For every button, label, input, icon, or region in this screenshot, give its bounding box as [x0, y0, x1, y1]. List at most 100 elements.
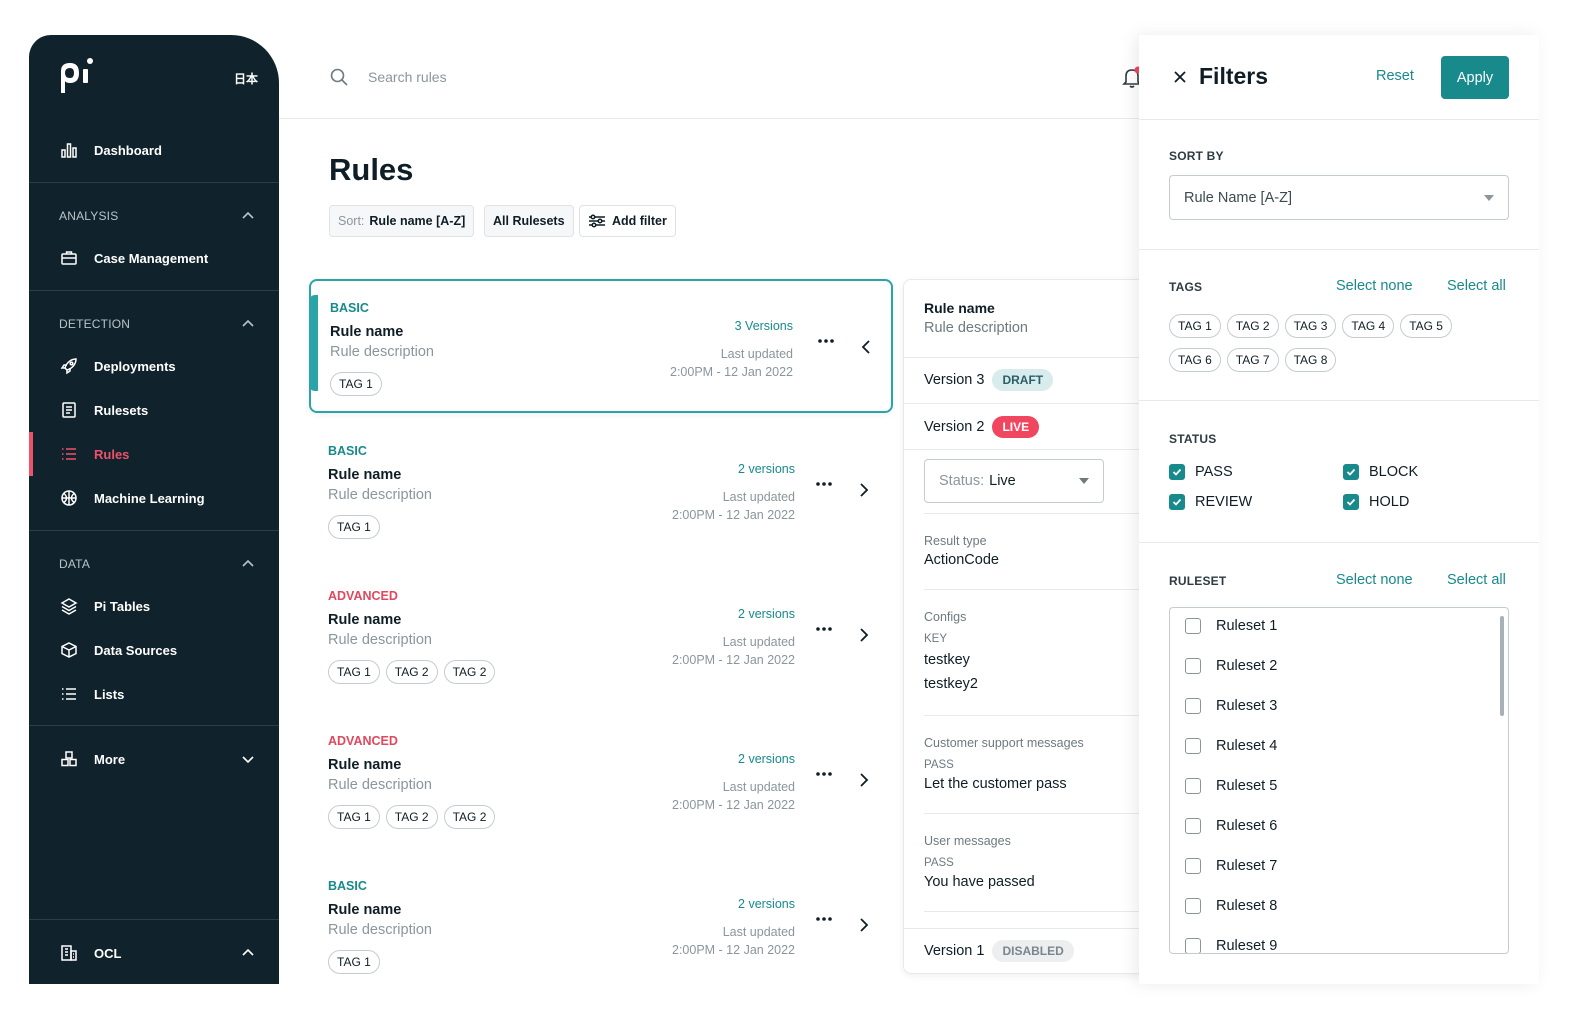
- ruleset-checkbox[interactable]: Ruleset 5: [1185, 778, 1277, 794]
- tags-select-all[interactable]: Select all: [1447, 278, 1506, 294]
- version-2-row[interactable]: Version 2 LIVE: [924, 416, 1040, 438]
- add-filter-button[interactable]: Add filter: [579, 205, 676, 237]
- rule-tags: TAG 1 TAG 2 TAG 2: [328, 660, 496, 684]
- status-checkbox-review[interactable]: REVIEW: [1169, 494, 1252, 510]
- chevron-up-icon[interactable]: [241, 209, 255, 223]
- config-key-1: testkey: [924, 652, 970, 668]
- nav-rulesets[interactable]: Rulesets: [29, 388, 279, 432]
- rule-desc: Rule description: [328, 777, 432, 793]
- apply-button[interactable]: Apply: [1441, 56, 1509, 99]
- ruleset-checkbox[interactable]: Ruleset 8: [1185, 898, 1277, 914]
- rule-desc: Rule description: [328, 487, 432, 503]
- chevron-right-icon[interactable]: [858, 917, 870, 933]
- more-options-icon[interactable]: [814, 768, 834, 780]
- status-checkbox-pass[interactable]: PASS: [1169, 464, 1233, 480]
- rule-tags: TAG 1: [330, 372, 382, 396]
- chevron-right-icon[interactable]: [858, 627, 870, 643]
- ruleset-checkbox[interactable]: Ruleset 3: [1185, 698, 1277, 714]
- pi-logo[interactable]: [57, 57, 97, 97]
- tag-chip: TAG 2: [385, 660, 438, 684]
- language-switch[interactable]: 日本: [234, 70, 258, 87]
- checkbox-icon[interactable]: [1185, 618, 1201, 634]
- ruleset-checkbox[interactable]: Ruleset 4: [1185, 738, 1277, 754]
- checkbox-icon[interactable]: [1169, 494, 1185, 510]
- rule-versions-link[interactable]: 2 versions: [738, 897, 795, 911]
- ruleset-checkbox[interactable]: Ruleset 7: [1185, 858, 1277, 874]
- ruleset-checkbox[interactable]: Ruleset 2: [1185, 658, 1277, 674]
- checkbox-icon[interactable]: [1185, 898, 1201, 914]
- status-checkbox-label: REVIEW: [1195, 494, 1253, 510]
- ruleset-checkbox[interactable]: Ruleset 1: [1185, 618, 1277, 634]
- sort-chip[interactable]: Sort: Rule name [A-Z]: [329, 205, 475, 237]
- checkbox-icon[interactable]: [1185, 858, 1201, 874]
- chevron-down-icon[interactable]: [241, 752, 255, 766]
- filter-tag-chip[interactable]: TAG 2: [1226, 314, 1279, 338]
- more-options-icon[interactable]: [816, 335, 836, 347]
- checkbox-icon[interactable]: [1185, 818, 1201, 834]
- version-1-row[interactable]: Version 1 DISABLED: [924, 940, 1074, 962]
- rule-versions-link[interactable]: 2 versions: [738, 607, 795, 621]
- rule-card[interactable]: BASIC Rule name Rule description TAG 1 2 ver…: [309, 859, 893, 993]
- ruleset-label-text: Ruleset 7: [1216, 858, 1278, 874]
- tags-select-none[interactable]: Select none: [1336, 278, 1413, 294]
- search-input[interactable]: [368, 66, 668, 88]
- ruleset-label-text: Ruleset 1: [1216, 618, 1278, 634]
- more-options-icon[interactable]: [814, 913, 834, 925]
- nav-deployments[interactable]: Deployments: [29, 344, 279, 388]
- filter-tag-chip[interactable]: TAG 8: [1284, 348, 1337, 372]
- chevron-up-icon[interactable]: [241, 946, 255, 960]
- ruleset-select-all[interactable]: Select all: [1447, 572, 1506, 588]
- sort-value: Rule name [A-Z]: [369, 214, 466, 228]
- chevron-up-icon[interactable]: [241, 557, 255, 571]
- rule-versions-link[interactable]: 2 versions: [738, 752, 795, 766]
- checkbox-icon[interactable]: [1185, 738, 1201, 754]
- rule-name: Rule name: [328, 612, 402, 628]
- chevron-right-icon[interactable]: [858, 772, 870, 788]
- rule-card[interactable]: ADVANCED Rule name Rule description TAG 1 TA…: [309, 569, 893, 703]
- rule-versions-link[interactable]: 2 versions: [738, 462, 795, 476]
- scrollbar[interactable]: [1500, 616, 1504, 716]
- more-options-icon[interactable]: [814, 623, 834, 635]
- nav-pi-tables[interactable]: Pi Tables: [29, 584, 279, 628]
- rule-versions-link[interactable]: 3 Versions: [735, 319, 793, 333]
- checkbox-icon[interactable]: [1185, 658, 1201, 674]
- nav-case-management[interactable]: Case Management: [29, 236, 279, 280]
- filter-tag-chip[interactable]: TAG 3: [1284, 314, 1337, 338]
- more-options-icon[interactable]: [814, 478, 834, 490]
- checkbox-icon[interactable]: [1185, 938, 1201, 953]
- chevron-left-icon[interactable]: [860, 339, 872, 355]
- reset-button[interactable]: Reset: [1376, 68, 1414, 84]
- status-checkbox-hold[interactable]: HOLD: [1343, 494, 1409, 510]
- rule-card[interactable]: BASIC Rule name Rule description TAG 1 3 Ver…: [309, 279, 893, 413]
- divider: [924, 715, 1143, 716]
- checkbox-icon[interactable]: [1169, 464, 1185, 480]
- checkbox-icon[interactable]: [1185, 698, 1201, 714]
- chevron-right-icon[interactable]: [858, 482, 870, 498]
- nav-dashboard[interactable]: Dashboard: [29, 128, 279, 172]
- rule-card[interactable]: ADVANCED Rule name Rule description TAG 1 TA…: [309, 714, 893, 848]
- chevron-up-icon[interactable]: [241, 317, 255, 331]
- checkbox-icon[interactable]: [1343, 494, 1359, 510]
- status-select[interactable]: Status: Live: [924, 459, 1104, 503]
- nav-rules[interactable]: Rules: [29, 432, 279, 476]
- filter-tag-chip[interactable]: TAG 6: [1169, 348, 1221, 372]
- checkbox-icon[interactable]: [1185, 778, 1201, 794]
- nav-lists[interactable]: Lists: [29, 672, 279, 716]
- filter-tag-chip[interactable]: TAG 5: [1400, 314, 1452, 338]
- filter-tag-chip[interactable]: TAG 1: [1169, 314, 1221, 338]
- nav-data-sources[interactable]: Data Sources: [29, 628, 279, 672]
- version-3-row[interactable]: Version 3 DRAFT: [924, 369, 1054, 391]
- rule-card[interactable]: BASIC Rule name Rule description TAG 1 2 ver…: [309, 424, 893, 558]
- nav-machine-learning[interactable]: Machine Learning: [29, 476, 279, 520]
- status-checkbox-block[interactable]: BLOCK: [1343, 464, 1418, 480]
- ruleset-select-none[interactable]: Select none: [1336, 572, 1413, 588]
- filter-tag-chip[interactable]: TAG 4: [1342, 314, 1395, 338]
- ruleset-checkbox[interactable]: Ruleset 6: [1185, 818, 1277, 834]
- checkbox-icon[interactable]: [1343, 464, 1359, 480]
- filter-tag-chip[interactable]: TAG 7: [1226, 348, 1279, 372]
- rulesets-chip[interactable]: All Rulesets: [484, 205, 574, 237]
- ruleset-checkbox[interactable]: Ruleset 9: [1185, 938, 1277, 953]
- close-icon[interactable]: [1173, 70, 1187, 84]
- sort-by-select[interactable]: Rule Name [A-Z]: [1169, 175, 1509, 220]
- ruleset-list[interactable]: Ruleset 1 Ruleset 2 Ruleset 3 Ruleset 4 Rule…: [1169, 607, 1509, 954]
